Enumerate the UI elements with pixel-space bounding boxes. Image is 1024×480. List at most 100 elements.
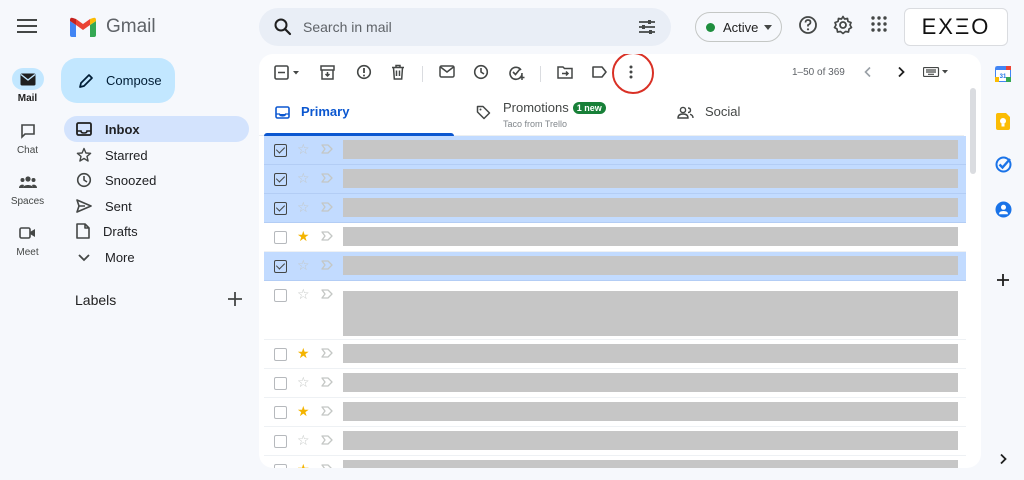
status-dot: [706, 22, 715, 32]
nav-item-starred[interactable]: Starred: [64, 142, 249, 168]
rail-item-meet[interactable]: Meet: [0, 222, 55, 258]
row-checkbox[interactable]: [274, 231, 287, 244]
star-icon[interactable]: ☆: [297, 432, 310, 448]
main-menu-icon[interactable]: [15, 16, 39, 36]
compose-button[interactable]: Compose: [61, 58, 175, 103]
star-icon[interactable]: ☆: [297, 199, 310, 215]
chevron-right-icon[interactable]: [993, 449, 1013, 469]
nav-item-sent[interactable]: Sent: [64, 193, 249, 219]
message-row[interactable]: ★: [264, 398, 966, 427]
message-row[interactable]: ☆: [264, 252, 966, 281]
importance-marker-icon[interactable]: [321, 231, 333, 241]
star-icon[interactable]: ☆: [297, 170, 310, 186]
star-icon[interactable]: ★: [297, 228, 310, 244]
star-icon[interactable]: ★: [297, 461, 310, 468]
pencil-icon: [79, 73, 93, 88]
scrollbar-thumb[interactable]: [970, 88, 976, 174]
star-icon[interactable]: ☆: [297, 141, 310, 157]
tasks-icon[interactable]: [993, 154, 1013, 174]
add-label-icon[interactable]: [226, 290, 244, 308]
search-input[interactable]: [303, 16, 623, 38]
rail-item-spaces[interactable]: Spaces: [0, 171, 55, 207]
tab-promotions[interactable]: Promotions 1 new Taco from Trello: [464, 94, 664, 136]
label-icon[interactable]: [592, 66, 607, 78]
message-row[interactable]: ☆: [264, 427, 966, 456]
row-checkbox[interactable]: [274, 173, 287, 186]
chevron-left-icon[interactable]: [863, 66, 873, 78]
input-tools-icon[interactable]: [923, 67, 949, 77]
nav-item-drafts[interactable]: Drafts: [64, 218, 249, 244]
importance-marker-icon[interactable]: [321, 173, 333, 183]
star-icon[interactable]: ★: [297, 403, 310, 419]
tab-primary[interactable]: Primary: [259, 94, 459, 136]
search-bar[interactable]: [259, 8, 671, 46]
message-row[interactable]: ★: [264, 456, 966, 468]
nav-item-inbox[interactable]: Inbox: [64, 116, 249, 142]
search-options-icon[interactable]: [637, 17, 657, 37]
message-row[interactable]: ☆: [264, 281, 966, 340]
importance-marker-icon[interactable]: [321, 348, 333, 358]
row-checkbox[interactable]: [274, 260, 287, 273]
tab-social[interactable]: Social: [669, 94, 869, 136]
row-checkbox[interactable]: [274, 348, 287, 361]
chevron-right-icon[interactable]: [896, 66, 906, 78]
get-addons-icon[interactable]: [993, 270, 1013, 290]
search-icon[interactable]: [273, 17, 293, 37]
select-all-checkbox-icon[interactable]: [274, 65, 302, 81]
star-icon[interactable]: ☆: [297, 374, 310, 390]
star-icon[interactable]: ☆: [297, 257, 310, 273]
importance-marker-icon[interactable]: [321, 202, 333, 212]
status-selector[interactable]: Active: [695, 12, 782, 42]
importance-marker-icon[interactable]: [321, 144, 333, 154]
apps-grid-icon[interactable]: [870, 15, 888, 33]
rail-item-chat[interactable]: Chat: [0, 120, 55, 156]
message-row[interactable]: ☆: [264, 165, 966, 194]
message-row[interactable]: ★: [264, 340, 966, 369]
importance-marker-icon[interactable]: [321, 260, 333, 270]
archive-icon[interactable]: [320, 65, 335, 80]
keep-icon[interactable]: [993, 111, 1013, 131]
importance-marker-icon[interactable]: [321, 464, 333, 468]
inbox-icon: [76, 122, 92, 136]
send-icon: [76, 199, 92, 213]
message-row[interactable]: ★: [264, 223, 966, 252]
rail-item-mail[interactable]: Mail: [0, 68, 55, 104]
importance-marker-icon[interactable]: [321, 435, 333, 445]
row-checkbox[interactable]: [274, 144, 287, 157]
compose-label: Compose: [106, 73, 162, 88]
calendar-icon[interactable]: 31: [993, 64, 1013, 84]
importance-marker-icon[interactable]: [321, 377, 333, 387]
contacts-icon[interactable]: [993, 199, 1013, 219]
importance-marker-icon[interactable]: [321, 289, 333, 299]
rail-label-chat: Chat: [16, 145, 39, 156]
category-tabs: Primary Promotions 1 new Taco from Trello…: [259, 94, 964, 136]
trash-icon[interactable]: [391, 64, 405, 80]
message-row[interactable]: ☆: [264, 194, 966, 223]
importance-marker-icon[interactable]: [321, 406, 333, 416]
mail-list-panel: 1–50 of 369 Primary Promotions 1 new Taco…: [259, 54, 981, 468]
row-checkbox[interactable]: [274, 289, 287, 302]
row-checkbox[interactable]: [274, 435, 287, 448]
gmail-logo-icon[interactable]: [70, 17, 96, 37]
move-to-icon[interactable]: [557, 65, 573, 79]
help-icon[interactable]: [798, 15, 818, 35]
star-icon[interactable]: ★: [297, 345, 310, 361]
row-checkbox[interactable]: [274, 377, 287, 390]
star-icon: [76, 147, 92, 162]
row-checkbox[interactable]: [274, 202, 287, 215]
snooze-icon[interactable]: [473, 64, 489, 80]
nav-item-snoozed[interactable]: Snoozed: [64, 167, 249, 193]
nav-item-more[interactable]: More: [64, 244, 249, 270]
scrollbar[interactable]: [966, 88, 978, 458]
message-row[interactable]: ☆: [264, 369, 966, 398]
add-to-tasks-icon[interactable]: [508, 64, 525, 81]
star-icon[interactable]: ☆: [297, 286, 310, 302]
row-checkbox[interactable]: [274, 464, 287, 468]
mark-as-read-icon[interactable]: [439, 65, 455, 78]
message-row[interactable]: ☆: [264, 136, 966, 165]
row-checkbox[interactable]: [274, 406, 287, 419]
gear-icon[interactable]: [833, 15, 853, 35]
redacted-message-content: [343, 291, 958, 336]
chat-icon: [12, 120, 44, 142]
report-spam-icon[interactable]: [356, 64, 372, 80]
